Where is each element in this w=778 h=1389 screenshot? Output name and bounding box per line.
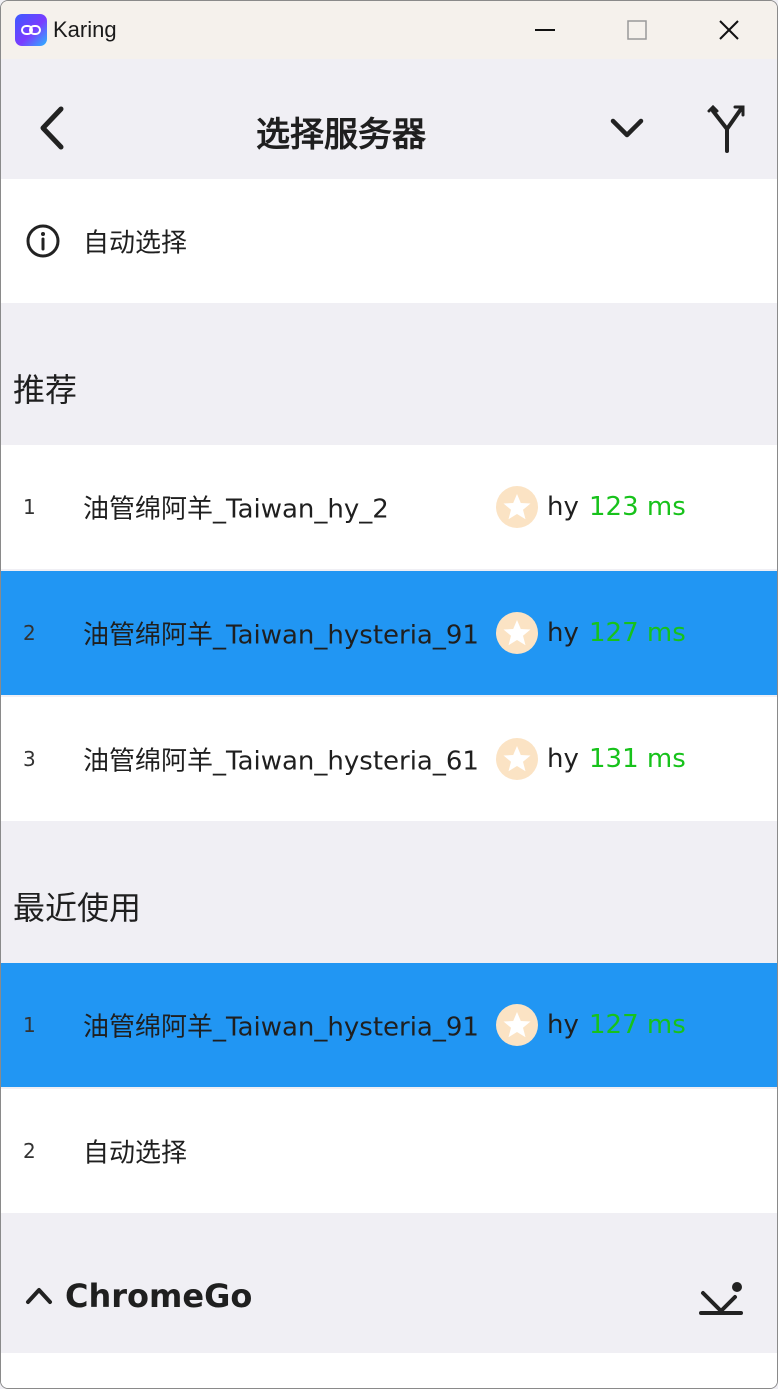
star-icon[interactable] xyxy=(496,486,538,528)
server-name: 油管绵阿羊_Taiwan_hysteria_61 xyxy=(83,746,479,777)
list-continuation xyxy=(1,1353,777,1388)
recent-row[interactable]: 2 自动选择 xyxy=(1,1089,777,1213)
minimize-icon xyxy=(535,29,555,31)
close-button[interactable] xyxy=(683,1,775,59)
group-title: ChromeGo xyxy=(65,1277,253,1315)
fork-button[interactable] xyxy=(701,99,753,159)
star-icon[interactable] xyxy=(496,738,538,780)
maximize-icon xyxy=(627,20,647,40)
server-row[interactable]: 1 油管绵阿羊_Taiwan_hy_2 hy 123 ms xyxy=(1,445,777,569)
server-protocol: hy xyxy=(547,744,579,774)
server-name: 油管绵阿羊_Taiwan_hysteria_91 xyxy=(83,1012,479,1043)
server-row[interactable]: 3 油管绵阿羊_Taiwan_hysteria_61 hy 131 ms xyxy=(1,697,777,821)
section-header-recent: 最近使用 xyxy=(13,889,142,927)
section-header-recommended: 推荐 xyxy=(13,371,78,409)
server-protocol: hy xyxy=(547,1010,579,1040)
maximize-button[interactable] xyxy=(591,1,683,59)
server-protocol: hy xyxy=(547,492,579,522)
row-index: 2 xyxy=(23,1139,36,1163)
recent-row-selected[interactable]: 1 油管绵阿羊_Taiwan_hysteria_91 hy 127 ms xyxy=(1,963,777,1087)
row-index: 2 xyxy=(23,621,36,645)
fork-icon xyxy=(707,104,745,153)
app-window: Karing 选择服务器 自动选择 推荐 1 油管绵阿羊_Taiwan_hy_2… xyxy=(0,0,778,1389)
server-latency: 131 ms xyxy=(589,744,686,774)
group-header-chromego[interactable]: ChromeGo xyxy=(1,1241,777,1353)
row-index: 1 xyxy=(23,495,36,519)
server-latency: 123 ms xyxy=(589,492,686,522)
chevron-down-icon xyxy=(610,118,644,138)
window-title: Karing xyxy=(53,17,117,42)
karing-logo-icon xyxy=(15,14,47,46)
server-protocol: hy xyxy=(547,618,579,648)
info-icon xyxy=(26,224,60,258)
star-icon[interactable] xyxy=(496,1004,538,1046)
server-row-selected[interactable]: 2 油管绵阿羊_Taiwan_hysteria_91 hy 127 ms xyxy=(1,571,777,695)
server-latency: 127 ms xyxy=(589,1010,686,1040)
server-name: 自动选择 xyxy=(83,1138,188,1169)
server-name: 油管绵阿羊_Taiwan_hysteria_91 xyxy=(83,620,479,651)
server-name: 油管绵阿羊_Taiwan_hy_2 xyxy=(83,494,389,525)
server-latency: 127 ms xyxy=(589,618,686,648)
chevron-up-icon[interactable] xyxy=(25,1285,53,1307)
expand-button[interactable] xyxy=(601,109,653,149)
app-bar: 选择服务器 xyxy=(1,59,777,179)
auto-select-label: 自动选择 xyxy=(83,228,188,259)
title-bar: Karing xyxy=(1,1,777,59)
auto-select-row[interactable]: 自动选择 xyxy=(1,179,777,303)
close-icon xyxy=(719,20,739,40)
row-index: 3 xyxy=(23,747,36,771)
star-icon[interactable] xyxy=(496,612,538,654)
minimize-button[interactable] xyxy=(499,1,591,59)
download-button[interactable] xyxy=(697,1279,745,1319)
page-title: 选择服务器 xyxy=(256,115,426,155)
download-icon xyxy=(699,1282,743,1315)
row-index: 1 xyxy=(23,1013,36,1037)
